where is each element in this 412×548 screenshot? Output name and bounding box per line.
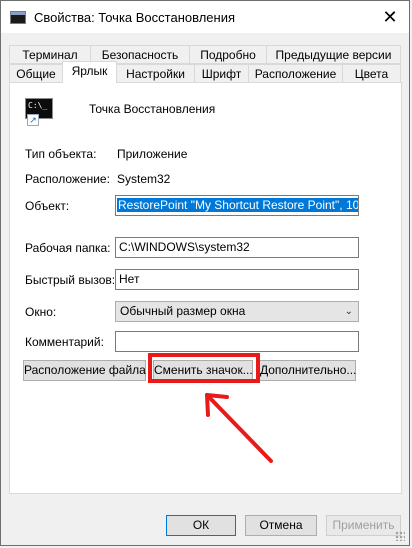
tab-label: Терминал bbox=[22, 48, 78, 62]
apply-button: Применить bbox=[326, 515, 401, 536]
run-label: Окно: bbox=[25, 305, 57, 319]
red-highlight-box bbox=[148, 353, 260, 383]
start-in-field[interactable]: C:\WINDOWS\system32 bbox=[115, 237, 359, 258]
comment-field[interactable] bbox=[115, 331, 359, 352]
arrow-shaft bbox=[205, 393, 273, 463]
red-arrow-annotation bbox=[205, 393, 273, 463]
tab-colors[interactable]: Цвета bbox=[342, 64, 401, 83]
tab-label: Подробно bbox=[200, 48, 256, 62]
target-field[interactable]: RestorePoint "My Shortcut Restore Point"… bbox=[115, 195, 359, 216]
target-label: Объект: bbox=[25, 199, 70, 213]
tab-font[interactable]: Шрифт bbox=[194, 64, 249, 83]
cancel-button[interactable]: Отмена bbox=[245, 515, 317, 536]
tab-layout[interactable]: Расположение bbox=[248, 64, 343, 83]
tab-label: Шрифт bbox=[201, 67, 242, 81]
chevron-down-icon: ⌄ bbox=[344, 306, 353, 317]
ok-button[interactable]: ОК bbox=[166, 515, 236, 536]
arrow-head-left bbox=[205, 393, 210, 417]
arrow-head-right bbox=[205, 393, 229, 399]
tab-label: Ярлык bbox=[71, 64, 108, 78]
run-select-value: Обычный размер окна bbox=[120, 304, 246, 318]
start-in-label: Рабочая папка: bbox=[25, 241, 111, 255]
advanced-button[interactable]: Дополнительно... bbox=[259, 360, 356, 381]
comment-label: Комментарий: bbox=[25, 335, 104, 349]
location-value: System32 bbox=[117, 172, 171, 186]
close-icon[interactable]: ✕ bbox=[381, 8, 399, 26]
shortcut-arrow-icon: ↗ bbox=[27, 114, 39, 126]
tab-general[interactable]: Общие bbox=[9, 64, 63, 83]
tab-label: Цвета bbox=[354, 67, 389, 81]
tab-details[interactable]: Подробно bbox=[189, 45, 267, 64]
tab-label: Настройки bbox=[126, 67, 185, 81]
properties-window: Свойства: Точка Восстановления ✕ Термина… bbox=[0, 0, 410, 546]
hotkey-field[interactable]: Нет bbox=[115, 269, 359, 290]
title-bar[interactable]: Свойства: Точка Восстановления ✕ bbox=[1, 1, 409, 33]
tab-previous-versions[interactable]: Предыдущие версии bbox=[266, 45, 401, 64]
resize-grip[interactable] bbox=[395, 531, 405, 541]
tab-label: Расположение bbox=[254, 67, 337, 81]
target-value: RestorePoint "My Shortcut Restore Point"… bbox=[117, 198, 358, 212]
run-select[interactable]: Обычный размер окна ⌄ bbox=[115, 301, 359, 322]
console-window-icon bbox=[10, 11, 26, 24]
type-value: Приложение bbox=[117, 147, 188, 161]
tab-options[interactable]: Настройки bbox=[116, 64, 195, 83]
window-title: Свойства: Точка Восстановления bbox=[34, 10, 236, 25]
tab-shortcut[interactable]: Ярлык bbox=[62, 61, 117, 83]
tab-label: Общие bbox=[16, 67, 56, 81]
hotkey-label: Быстрый вызов: bbox=[25, 273, 116, 287]
tab-label: Безопасность bbox=[101, 48, 179, 62]
shortcut-name: Точка Восстановления bbox=[89, 102, 216, 116]
open-file-location-button[interactable]: Расположение файла bbox=[23, 360, 146, 381]
location-label: Расположение: bbox=[25, 172, 110, 186]
tab-label: Предыдущие версии bbox=[275, 48, 392, 62]
type-label: Тип объекта: bbox=[25, 147, 97, 161]
